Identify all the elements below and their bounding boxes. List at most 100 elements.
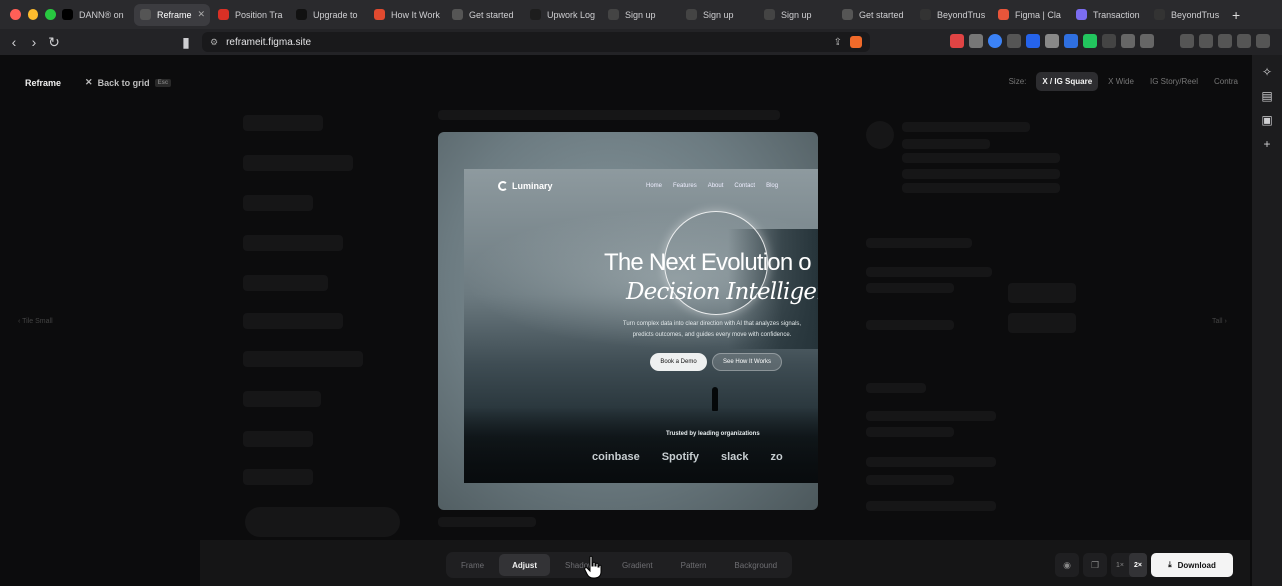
size-option-ig-story[interactable]: IG Story/Reel [1144, 72, 1204, 91]
placeholder-row [902, 153, 1060, 163]
sparkle-icon[interactable]: ✧ [1252, 65, 1282, 79]
size-option-x-ig-square[interactable]: X / IG Square [1036, 72, 1099, 91]
placeholder-bar [438, 517, 536, 527]
globe-icon [452, 9, 463, 20]
extension-k-icon[interactable] [1026, 34, 1040, 48]
scale-2x[interactable]: 2× [1128, 553, 1147, 577]
extension-dark-icon[interactable] [1007, 34, 1021, 48]
move-icon [608, 9, 619, 20]
close-icon: ✕ [85, 77, 93, 87]
back-arrow-icon[interactable]: ‹ [4, 34, 24, 50]
browser-tab[interactable]: Transaction [1070, 4, 1146, 26]
placeholder-bar [438, 110, 780, 120]
browser-tab[interactable]: Reframe ✕ [134, 3, 210, 26]
reading-list-icon[interactable]: ▤ [1252, 89, 1282, 103]
browser-tab[interactable]: DANN® on [56, 4, 132, 26]
browser-tab[interactable]: Upgrade to [290, 4, 366, 26]
standing-figure [712, 387, 718, 411]
extension-blue-icon[interactable] [988, 34, 1002, 48]
bookmarks-icon[interactable]: ▣ [1252, 113, 1282, 127]
eye-icon[interactable]: ◉ [1055, 553, 1079, 577]
tab-pattern[interactable]: Pattern [668, 554, 720, 576]
tab-frame[interactable]: Frame [448, 554, 497, 576]
forward-arrow-icon[interactable]: › [24, 34, 44, 50]
scale-1x[interactable]: 1× [1111, 553, 1129, 577]
placeholder-row [866, 238, 972, 248]
browser-tab[interactable]: BeyondTrus [914, 4, 990, 26]
next-template-hint[interactable]: Tall › [1212, 318, 1227, 325]
tab-label: DANN® on [79, 9, 124, 20]
music-icon[interactable] [1180, 34, 1194, 48]
reload-icon[interactable]: ↻ [44, 34, 64, 51]
tab-gradient[interactable]: Gradient [609, 554, 666, 576]
browser-tab[interactable]: Position Tra [212, 4, 288, 26]
tab-label: How It Work [391, 9, 440, 20]
extension-cloud-icon[interactable] [1045, 34, 1059, 48]
app-brand: Reframe [25, 77, 62, 88]
editor-tabs: Frame Adjust Shadow Gradient Pattern Bac… [446, 552, 793, 578]
back-to-grid-button[interactable]: ✕ Back to grid Esc [85, 77, 172, 88]
download-button[interactable]: ⤓ Download [1150, 553, 1233, 577]
menu-icon[interactable] [1256, 34, 1270, 48]
wallet-icon[interactable] [1218, 34, 1232, 48]
placeholder-row [243, 155, 353, 171]
size-option-x-wide[interactable]: X Wide [1102, 72, 1140, 91]
tab-label: Get started [859, 9, 904, 20]
gmail-icon [218, 9, 229, 20]
browser-tab[interactable]: How It Work [368, 4, 444, 26]
browser-tab[interactable]: Upwork Log [524, 4, 600, 26]
share-icon[interactable]: ⇪ [834, 37, 842, 48]
brave-shield-icon[interactable] [850, 36, 862, 48]
close-tab-icon[interactable]: ✕ [198, 9, 206, 20]
address-bar[interactable]: ⚙ reframeit.figma.site ⇪ [202, 32, 870, 52]
extension-box-icon[interactable] [1140, 34, 1154, 48]
browser-tab[interactable]: Sign up [758, 4, 834, 26]
size-option-contra[interactable]: Contra [1208, 72, 1244, 91]
placeholder-row [866, 320, 954, 330]
placeholder-row [866, 427, 954, 437]
site-settings-icon[interactable]: ⚙ [210, 37, 218, 48]
prev-template-hint[interactable]: ‹ Tile Small [18, 318, 53, 325]
placeholder-row [902, 183, 1060, 193]
tab-label: Reframe [157, 9, 192, 20]
puzzle-icon[interactable] [1121, 34, 1135, 48]
minimize-window-button[interactable] [27, 9, 39, 20]
placeholder-row [243, 195, 313, 211]
sidebar-icon[interactable] [1199, 34, 1213, 48]
tab-label: Transaction [1093, 9, 1140, 20]
window-controls [0, 9, 57, 20]
browser-tab[interactable]: Get started [836, 4, 912, 26]
close-window-button[interactable] [10, 9, 21, 20]
url-text: reframeit.figma.site [226, 36, 312, 48]
size-selector: Size: X / IG Square X Wide IG Story/Reel… [1009, 72, 1244, 91]
hand-cursor-icon [584, 555, 602, 579]
browser-tab[interactable]: Sign up [680, 4, 756, 26]
tab-background[interactable]: Background [721, 554, 790, 576]
extension-s-icon[interactable] [1064, 34, 1078, 48]
how-it-works-cta: See How It Works [712, 353, 782, 371]
browser-tab[interactable]: Sign up [602, 4, 678, 26]
luminary-logo-icon [498, 181, 508, 191]
download-icon: ⤓ [1168, 560, 1172, 569]
placeholder-pill [245, 507, 400, 537]
tab-label: Sign up [703, 9, 734, 20]
browser-actions [1180, 34, 1270, 48]
browser-tab[interactable]: Figma | Cla [992, 4, 1068, 26]
browser-tab[interactable]: Get started [446, 4, 522, 26]
bookmark-icon[interactable]: ▮ [176, 34, 196, 51]
extension-red-icon[interactable] [950, 34, 964, 48]
browser-tab[interactable]: BeyondTrus [1148, 4, 1224, 26]
add-icon[interactable]: + [1252, 137, 1282, 151]
tab-label: Position Tra [235, 9, 283, 20]
tab-adjust[interactable]: Adjust [499, 554, 551, 576]
placeholder-row [243, 235, 343, 251]
shield-icon[interactable] [1237, 34, 1251, 48]
extension-green-icon[interactable] [1102, 34, 1116, 48]
extension-u-icon[interactable] [1083, 34, 1097, 48]
extension-gray-icon[interactable] [969, 34, 983, 48]
new-tab-button[interactable]: + [1226, 7, 1240, 23]
zoom-window-button[interactable] [45, 9, 57, 20]
copy-icon[interactable]: ❐ [1083, 553, 1107, 577]
preview-frame[interactable]: Luminary Home Features About Contact Blo… [438, 132, 818, 510]
arrow-icon [296, 9, 307, 20]
